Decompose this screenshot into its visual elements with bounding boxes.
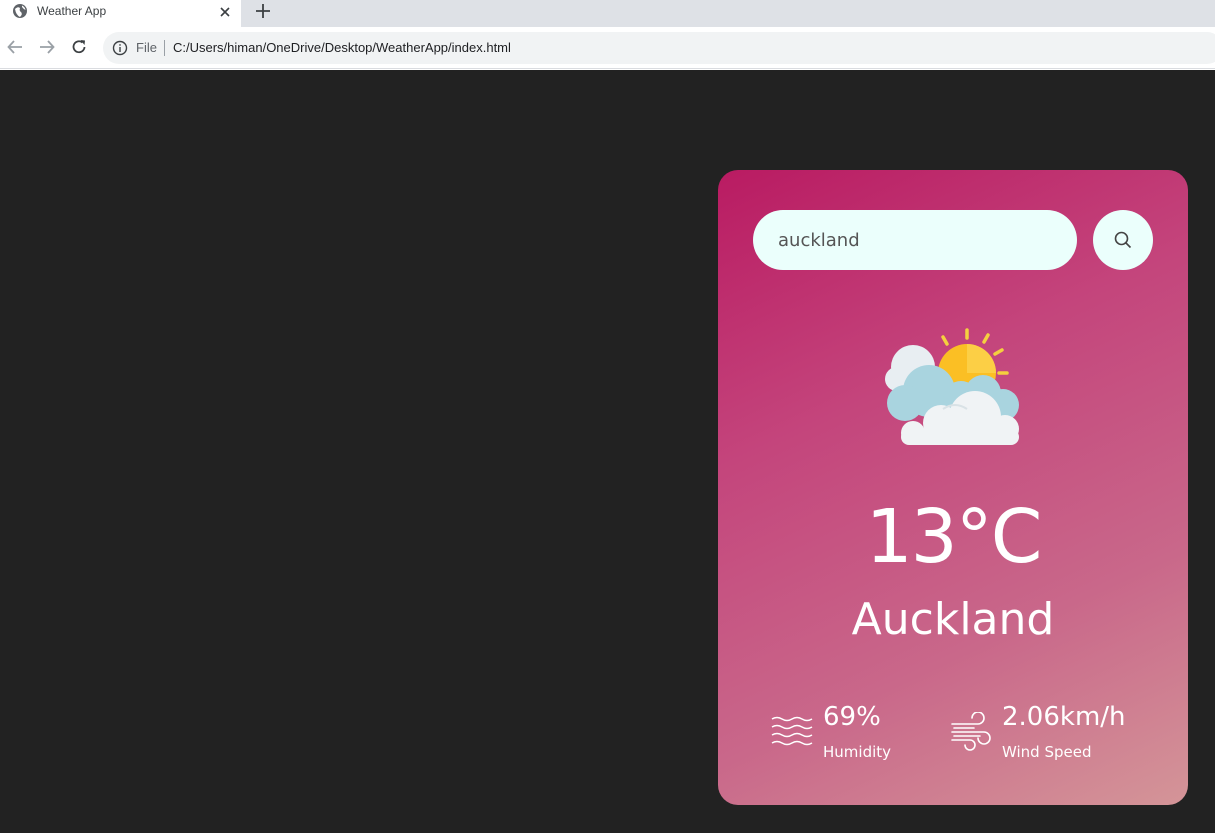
browser-tabstrip: Weather App [0,0,1215,27]
globe-icon [13,4,27,18]
humidity-detail: 69% Humidity [771,700,941,770]
browser-tab[interactable]: Weather App [0,0,241,27]
temperature-text: 13°C [865,494,1043,580]
humidity-label: Humidity [823,743,892,761]
wind-icon [951,712,991,751]
new-tab-plus-icon[interactable] [254,2,272,20]
back-arrow-icon[interactable] [6,38,24,56]
partly-cloudy-sun-icon [885,328,1019,445]
search-button[interactable] [1093,210,1153,270]
reload-icon[interactable] [70,38,88,56]
info-icon[interactable] [112,40,128,56]
url-scheme-label: File [136,40,157,55]
tab-title: Weather App [37,4,107,18]
weather-card: 13°C Auckland 69% Humidity 2.06km/h Wind… [718,170,1188,805]
humidity-icon [771,716,813,746]
city-search-input[interactable] [753,210,1077,270]
browser-toolbar: File C:/Users/himan/OneDrive/Desktop/Wea… [0,27,1215,69]
forward-arrow-icon[interactable] [38,38,56,56]
address-bar[interactable]: File C:/Users/himan/OneDrive/Desktop/Wea… [103,32,1215,64]
url-text[interactable]: C:/Users/himan/OneDrive/Desktop/WeatherA… [173,40,511,55]
wind-speed-value: 2.06km/h [1002,702,1126,732]
city-name: Auckland [851,594,1055,645]
close-icon[interactable] [217,4,233,20]
humidity-value: 69% [823,702,881,732]
wind-speed-label: Wind Speed [1002,743,1092,761]
omnibox-divider [164,40,165,56]
wind-detail: 2.06km/h Wind Speed [950,700,1180,770]
search-icon [1114,231,1132,249]
